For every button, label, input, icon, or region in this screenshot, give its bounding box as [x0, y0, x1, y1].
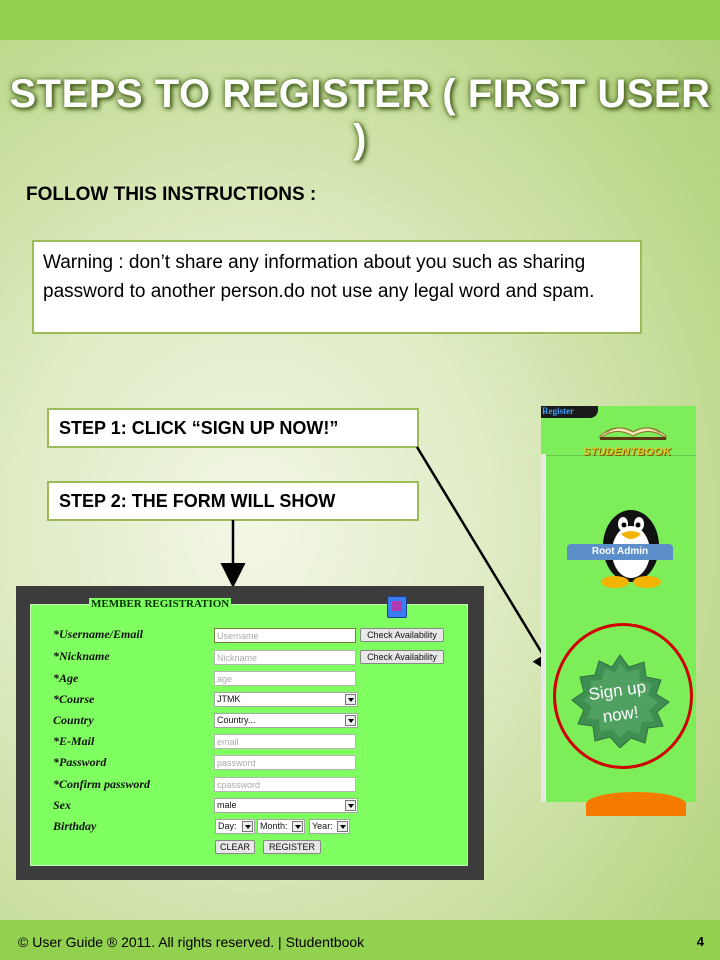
country-value: Country...: [217, 715, 256, 725]
penguin-icon: [601, 510, 661, 588]
slide-title: STEPS TO REGISTER ( FIRST USER ): [9, 72, 711, 161]
day-select[interactable]: Day:: [215, 819, 255, 834]
day-value: Day:: [218, 821, 237, 831]
label-email: *E-Mail: [53, 734, 95, 748]
copyright-text: © User Guide ® 2011. All rights reserved…: [18, 934, 365, 950]
register-button[interactable]: REGISTER: [263, 840, 321, 854]
check-availability-button-2[interactable]: Check Availability: [360, 650, 444, 664]
username-input[interactable]: Username: [214, 628, 356, 643]
sex-select[interactable]: male: [214, 798, 358, 813]
top-bar: [0, 0, 720, 40]
country-select[interactable]: Country...: [214, 713, 358, 728]
chevron-down-icon: [337, 821, 348, 832]
month-value: Month:: [260, 821, 288, 831]
label-username: *Username/Email: [53, 627, 144, 641]
label-country: Country: [53, 713, 94, 727]
label-course: *Course: [53, 692, 95, 706]
instructions-heading: FOLLOW THIS INSTRUCTIONS :: [26, 184, 317, 205]
registration-form-screenshot: MEMBER REGISTRATION *Username/Email User…: [16, 586, 484, 880]
chevron-down-icon: [242, 821, 253, 832]
root-admin-label[interactable]: Root Admin: [567, 544, 673, 560]
home-icon[interactable]: [387, 596, 407, 618]
book-icon: [599, 427, 667, 440]
label-age: *Age: [53, 671, 79, 685]
studentbook-logo: STUDENTBOOK: [583, 446, 672, 458]
sex-value: male: [217, 800, 237, 810]
password-input[interactable]: password: [214, 755, 356, 770]
page-number: 4: [696, 934, 704, 949]
age-input[interactable]: age: [214, 671, 356, 686]
course-select[interactable]: JTMK: [214, 692, 358, 707]
label-password: *Password: [53, 755, 107, 769]
chevron-down-icon: [292, 821, 303, 832]
chevron-down-icon: [345, 715, 356, 726]
label-sex: Sex: [53, 798, 71, 812]
year-select[interactable]: Year:: [309, 819, 350, 834]
clear-button[interactable]: CLEAR: [215, 840, 255, 854]
month-select[interactable]: Month:: [257, 819, 305, 834]
label-birthday: Birthday: [53, 819, 97, 833]
year-value: Year:: [312, 821, 333, 831]
step-1-box: STEP 1: CLICK “SIGN UP NOW!”: [47, 408, 419, 448]
form-title: MEMBER REGISTRATION: [89, 598, 232, 610]
orange-button-partial[interactable]: [586, 792, 686, 816]
nickname-input[interactable]: Nickname: [214, 650, 356, 665]
step-2-box: STEP 2: THE FORM WILL SHOW: [47, 481, 419, 521]
check-availability-button-1[interactable]: Check Availability: [360, 628, 444, 642]
label-nickname: *Nickname: [53, 649, 110, 663]
confirm-password-input[interactable]: cpassword: [214, 777, 356, 792]
sidebar-header: STUDENTBOOK: [541, 418, 696, 458]
chevron-down-icon: [345, 694, 356, 705]
course-value: JTMK: [217, 694, 241, 704]
sidebar-divider: [541, 454, 546, 802]
warning-box: Warning : don’t share any information ab…: [32, 240, 642, 334]
email-input[interactable]: email: [214, 734, 356, 749]
registration-form-panel: MEMBER REGISTRATION *Username/Email User…: [30, 596, 468, 866]
register-tab[interactable]: Register: [541, 406, 598, 418]
label-confirm-password: *Confirm password: [53, 777, 151, 791]
chevron-down-icon: [345, 800, 356, 811]
